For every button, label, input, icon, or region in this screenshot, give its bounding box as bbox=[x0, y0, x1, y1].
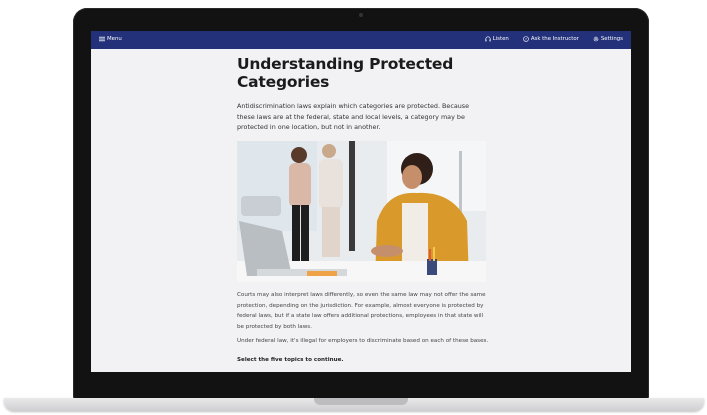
course-screen: Menu Listen ? Ask the Instructor Setting… bbox=[91, 31, 631, 372]
body-paragraph-1: Courts may also interpret laws different… bbox=[237, 292, 486, 330]
webcam bbox=[359, 13, 363, 17]
hamburger-icon bbox=[99, 36, 105, 42]
body-paragraph-2: Under federal law, it's illegal for empl… bbox=[237, 338, 489, 344]
headphones-icon bbox=[485, 36, 491, 42]
office-illustration bbox=[237, 141, 486, 282]
intro-paragraph: Antidiscrimination laws explain which ca… bbox=[237, 102, 470, 131]
settings-label: Settings bbox=[600, 36, 623, 42]
instruction-text: Select the five topics to continue. bbox=[237, 357, 344, 363]
listen-label: Listen bbox=[492, 36, 509, 42]
settings-button[interactable]: Settings bbox=[593, 36, 623, 42]
top-nav-actions: Listen ? Ask the Instructor Settings bbox=[485, 36, 623, 42]
laptop-notch bbox=[314, 398, 408, 405]
lesson-content: Understanding Protected Categories Antid… bbox=[237, 55, 487, 133]
question-circle-icon: ? bbox=[523, 36, 529, 42]
gear-icon bbox=[593, 36, 599, 42]
svg-text:?: ? bbox=[525, 37, 527, 41]
ask-label: Ask the Instructor bbox=[530, 36, 579, 42]
ask-instructor-button[interactable]: ? Ask the Instructor bbox=[523, 36, 579, 42]
top-navigation-bar: Menu Listen ? Ask the Instructor Setting… bbox=[91, 31, 631, 49]
office-photo bbox=[237, 141, 486, 282]
listen-button[interactable]: Listen bbox=[485, 36, 509, 42]
menu-button[interactable]: Menu bbox=[99, 36, 122, 42]
page-title: Understanding Protected Categories bbox=[237, 55, 454, 91]
menu-label: Menu bbox=[107, 36, 122, 42]
